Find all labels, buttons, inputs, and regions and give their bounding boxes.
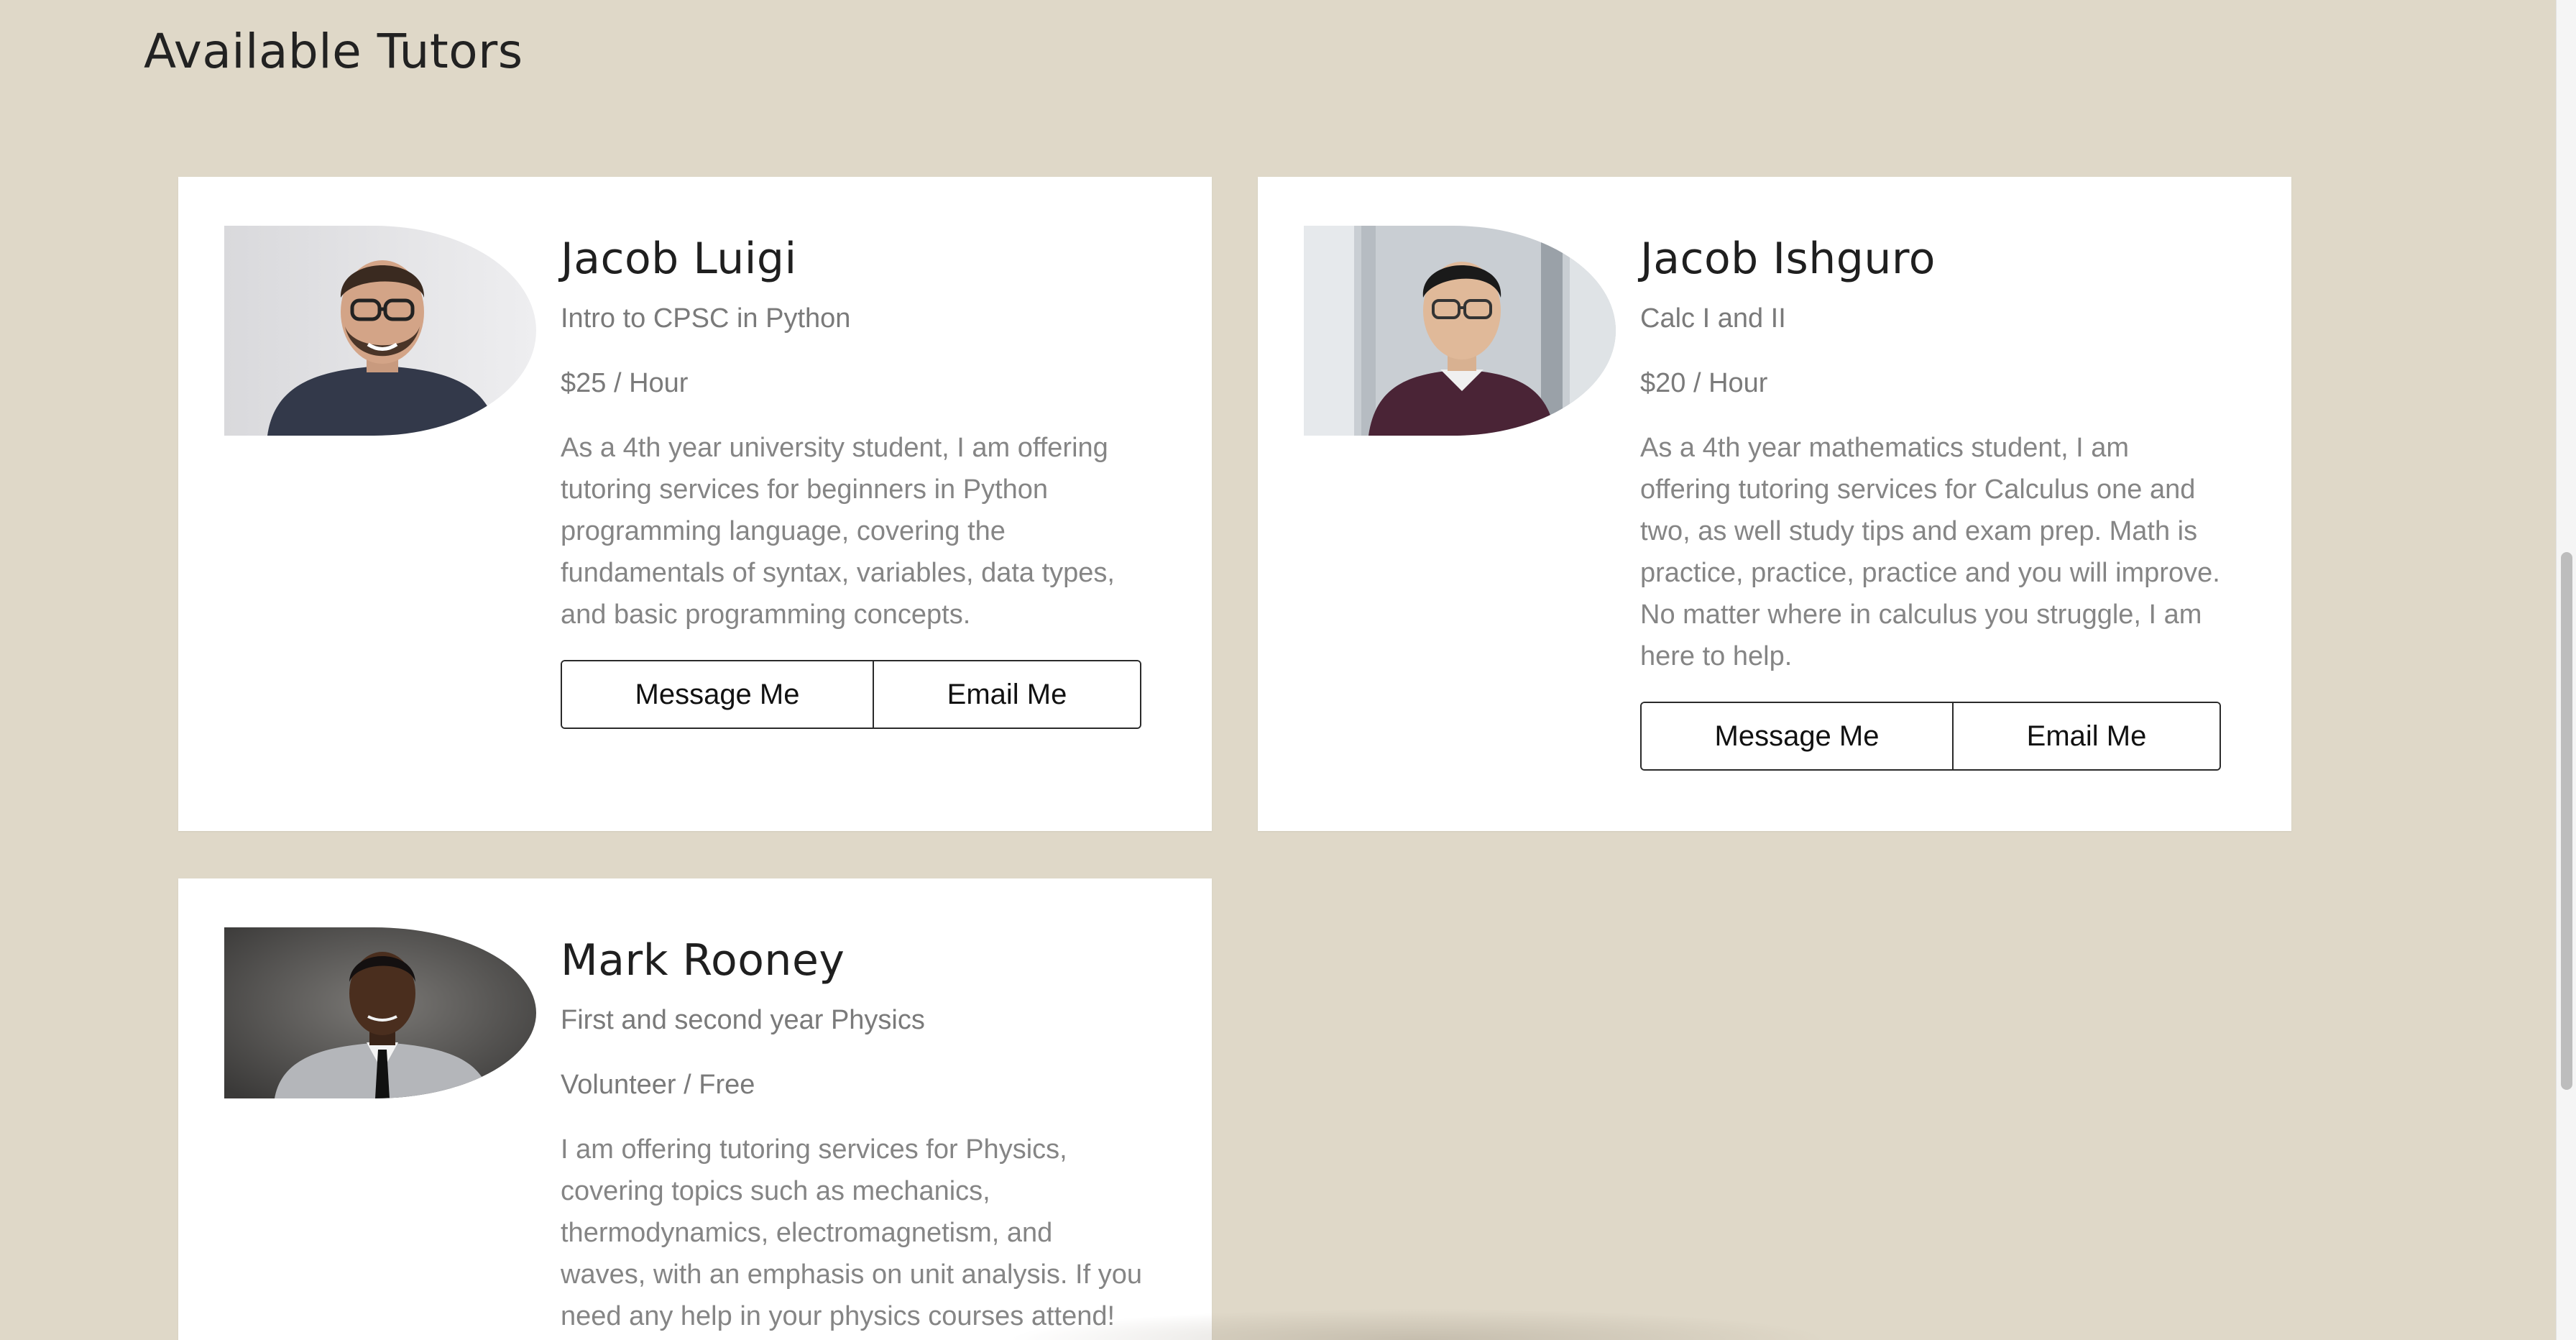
tutor-card-mark-rooney: Mark Rooney First and second year Physic… — [178, 878, 1212, 1340]
tutor-rate: $20 / Hour — [1640, 368, 1768, 398]
tutor-rate: Volunteer / Free — [561, 1070, 755, 1100]
scrollbar-thumb[interactable] — [2561, 552, 2572, 1090]
tutor-info: Jacob Ishguro Calc I and II $20 / Hour A… — [1640, 226, 2222, 771]
email-me-button[interactable]: Email Me — [874, 661, 1140, 728]
tutor-course: First and second year Physics — [561, 1005, 925, 1035]
tutor-info: Jacob Luigi Intro to CPSC in Python $25 … — [561, 226, 1143, 729]
message-me-button[interactable]: Message Me — [1642, 703, 1954, 769]
tutor-description: As a 4th year university student, I am o… — [561, 433, 1115, 630]
tutor-card-jacob-luigi: Jacob Luigi Intro to CPSC in Python $25 … — [178, 177, 1212, 831]
message-me-button[interactable]: Message Me — [562, 661, 874, 728]
tutor-name: Jacob Luigi — [561, 234, 797, 284]
contact-button-group: Message Me Email Me — [561, 660, 1141, 729]
tutor-name: Jacob Ishguro — [1640, 234, 1936, 284]
tutor-photo — [224, 927, 536, 1098]
email-me-button[interactable]: Email Me — [1954, 703, 2220, 769]
tutor-course: Calc I and II — [1640, 303, 1786, 334]
contact-button-group: Message Me Email Me — [1640, 702, 2221, 771]
vertical-scrollbar[interactable] — [2556, 0, 2576, 1340]
tutor-card-jacob-ishguro: Jacob Ishguro Calc I and II $20 / Hour A… — [1258, 177, 2291, 831]
page-title: Available Tutors — [144, 24, 523, 79]
tutor-course: Intro to CPSC in Python — [561, 303, 851, 334]
tutor-rate: $25 / Hour — [561, 368, 689, 398]
tutor-photo — [224, 226, 536, 436]
tutor-description: As a 4th year mathematics student, I am … — [1640, 433, 2220, 671]
tutor-photo — [1304, 226, 1616, 436]
tutor-info: Mark Rooney First and second year Physic… — [561, 927, 1143, 1337]
tutor-name: Mark Rooney — [561, 935, 845, 986]
tutor-description: I am offering tutoring services for Phys… — [561, 1134, 1142, 1331]
